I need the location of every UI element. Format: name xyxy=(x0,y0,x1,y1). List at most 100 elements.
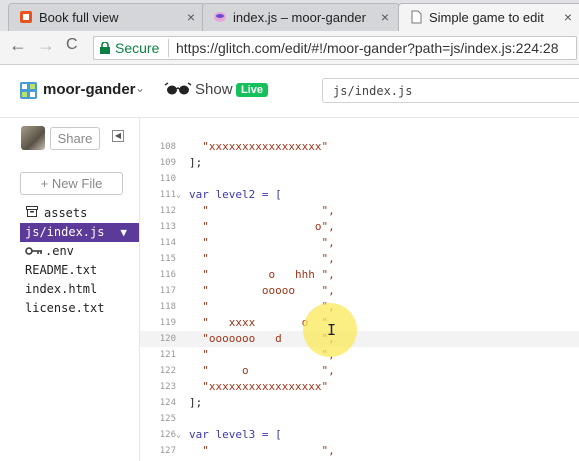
code-text: " ooooo ", xyxy=(189,284,335,297)
file-name: .env xyxy=(45,244,74,258)
line-number: 121 xyxy=(159,350,176,360)
line-number: 118 xyxy=(159,302,176,312)
tab-close-icon[interactable]: × xyxy=(381,9,389,25)
code-line: 113 " o", xyxy=(140,219,579,235)
tab-book-full-view[interactable]: Book full view × xyxy=(8,3,206,31)
back-arrow-icon[interactable]: ← xyxy=(9,35,27,56)
file-name: assets xyxy=(44,206,88,220)
url-divider xyxy=(168,39,169,57)
show-button[interactable]: Show xyxy=(195,81,233,98)
code-line: 111 ⌄ var level2 = [ xyxy=(140,187,579,203)
file-sidebar: Share ◀ + New File assets js/index.js ▼ … xyxy=(0,118,140,461)
sunglasses-icon xyxy=(164,82,192,95)
code-text: ]; xyxy=(189,396,203,409)
project-name[interactable]: moor-gander xyxy=(43,81,136,98)
forward-arrow-icon[interactable]: → xyxy=(37,35,55,56)
key-icon xyxy=(25,242,43,261)
glitch-fish-icon xyxy=(214,12,226,22)
page-icon xyxy=(411,10,422,24)
code-line: 126 ⌄ var level3 = [ xyxy=(140,427,579,443)
lock-icon xyxy=(100,42,110,54)
fold-chevron-icon[interactable]: ⌄ xyxy=(176,427,181,443)
tab-index-js[interactable]: index.js – moor-gander × xyxy=(202,3,400,31)
line-number: 117 xyxy=(159,286,176,296)
code-line: 125 xyxy=(140,411,579,427)
file-name: js/index.js xyxy=(25,225,105,239)
file-item-readme[interactable]: README.txt xyxy=(20,261,139,280)
line-number: 122 xyxy=(159,366,176,376)
book-icon xyxy=(20,11,32,23)
glitch-header: moor-gander ⌄ Show Live js/index.js xyxy=(0,65,579,118)
file-item-index-js[interactable]: js/index.js ▼ xyxy=(20,223,139,242)
fold-chevron-icon[interactable]: ⌄ xyxy=(176,187,181,203)
project-avatar-icon xyxy=(20,82,37,99)
line-number: 125 xyxy=(159,414,176,424)
code-text: " ", xyxy=(189,252,335,265)
code-line: 121 " ", xyxy=(140,347,579,363)
avatar[interactable] xyxy=(21,126,45,150)
address-bar[interactable]: Secure https://glitch.com/edit/#!/moor-g… xyxy=(93,36,577,60)
reload-icon[interactable]: C xyxy=(66,36,78,54)
new-file-button[interactable]: + New File xyxy=(20,172,123,195)
line-number: 115 xyxy=(159,254,176,264)
code-line: 114 " ", xyxy=(140,235,579,251)
line-number: 116 xyxy=(159,270,176,280)
line-number: 123 xyxy=(159,382,176,392)
code-line: 108 "xxxxxxxxxxxxxxxxx" xyxy=(140,139,579,155)
tab-title: Simple game to edit xyxy=(429,10,544,25)
share-button[interactable]: Share xyxy=(50,127,100,150)
code-line: 127 " ", xyxy=(140,443,579,459)
code-text: "xxxxxxxxxxxxxxxxx" xyxy=(189,380,329,393)
code-line: 118 " ", xyxy=(140,299,579,315)
browser-tab-strip: Book full view × index.js – moor-gander … xyxy=(0,0,579,31)
url-text[interactable]: https://glitch.com/edit/#!/moor-gander?p… xyxy=(176,40,559,56)
live-badge[interactable]: Live xyxy=(236,83,269,97)
code-line: 115 " ", xyxy=(140,251,579,267)
code-line-current: 120 "ooooooo d ", xyxy=(140,331,579,347)
code-line: 117 " ooooo ", xyxy=(140,283,579,299)
file-item-env[interactable]: .env xyxy=(20,242,139,261)
chevron-down-icon[interactable]: ▼ xyxy=(120,223,127,242)
file-name: license.txt xyxy=(25,301,105,315)
tab-title: Book full view xyxy=(39,10,119,25)
code-line: 116 " o hhh ", xyxy=(140,267,579,283)
tab-title: index.js – moor-gander xyxy=(233,10,366,25)
line-number: 110 xyxy=(159,174,176,184)
line-number: 114 xyxy=(159,238,176,248)
line-number: 108 xyxy=(159,142,176,152)
secure-label: Secure xyxy=(115,40,160,56)
line-number: 113 xyxy=(159,222,176,232)
code-line: 123 "xxxxxxxxxxxxxxxxx" xyxy=(140,379,579,395)
code-text: " ", xyxy=(189,444,335,457)
file-item-assets[interactable]: assets xyxy=(20,204,139,223)
code-editor[interactable]: 108 "xxxxxxxxxxxxxxxxx" 109]; 110 111 ⌄ va… xyxy=(140,118,579,461)
code-line: 110 xyxy=(140,171,579,187)
file-search-input[interactable]: js/index.js xyxy=(322,78,579,103)
code-line: 122 " o ", xyxy=(140,363,579,379)
file-path-text: js/index.js xyxy=(333,84,413,98)
browser-toolbar: ← → C Secure https://glitch.com/edit/#!/… xyxy=(0,31,579,65)
chevron-down-icon[interactable]: ⌄ xyxy=(135,81,145,95)
collapse-sidebar-icon[interactable]: ◀ xyxy=(112,130,124,142)
code-text: " o", xyxy=(189,220,335,233)
file-item-index-html[interactable]: index.html xyxy=(20,280,139,299)
code-text: " o hhh ", xyxy=(189,268,335,281)
tab-close-icon[interactable]: × xyxy=(564,9,572,25)
text-cursor-icon: I xyxy=(327,321,337,339)
line-number: 124 xyxy=(159,398,176,408)
tab-simple-game[interactable]: Simple game to edit × xyxy=(398,3,579,31)
code-line: 124]; xyxy=(140,395,579,411)
line-number: 109 xyxy=(159,158,176,168)
file-item-license[interactable]: license.txt xyxy=(20,299,139,318)
code-line: 109]; xyxy=(140,155,579,171)
file-name: index.html xyxy=(25,282,98,296)
line-number: 127 xyxy=(159,446,176,456)
code-text: var level2 = [ xyxy=(189,188,282,201)
line-number: 111 xyxy=(159,190,176,200)
line-number: 119 xyxy=(159,318,176,328)
tab-close-icon[interactable]: × xyxy=(187,9,195,25)
assets-box-icon xyxy=(25,204,39,223)
code-text: "xxxxxxxxxxxxxxxxx" xyxy=(189,140,329,153)
file-name: README.txt xyxy=(25,263,98,277)
code-line: 112 " ", xyxy=(140,203,579,219)
